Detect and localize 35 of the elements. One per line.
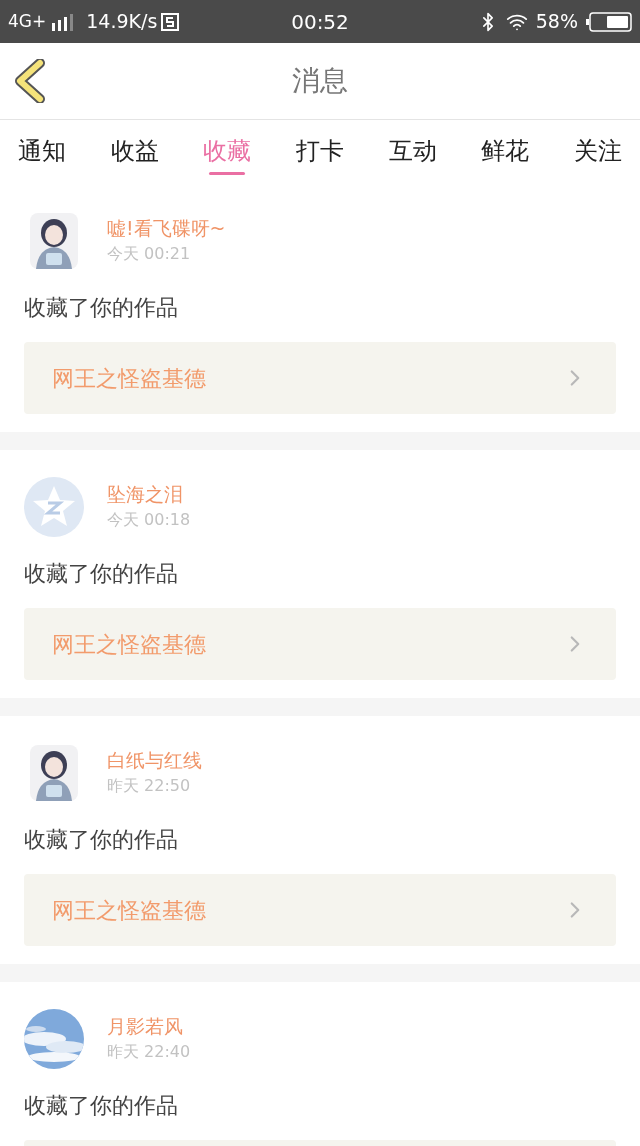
battery-percent: 58% — [535, 9, 578, 35]
network-label: 4G+ — [8, 9, 47, 33]
message-time: 昨天 22:40 — [107, 1041, 191, 1063]
message-time: 今天 00:18 — [107, 509, 191, 531]
user-name[interactable]: 白纸与红线 — [107, 747, 202, 773]
tab[interactable]: 打卡 — [295, 120, 344, 184]
tab[interactable]: 鲜花 — [481, 120, 530, 184]
user-name[interactable]: 月影若风 — [107, 1013, 191, 1039]
message-text: 收藏了你的作品 — [24, 1092, 179, 1120]
battery-icon — [586, 11, 632, 32]
page-title: 消息 — [292, 63, 348, 99]
user-name[interactable]: 坠海之泪 — [107, 481, 191, 507]
s-box-icon — [161, 12, 180, 31]
work-title: 网王之怪盗基德 — [52, 896, 206, 925]
work-link[interactable]: 网王之怪盗基德 — [24, 608, 616, 680]
back-button[interactable] — [12, 57, 48, 105]
tab[interactable]: 通知 — [18, 120, 66, 184]
signal-icon — [50, 12, 75, 31]
network-speed: 14.9K/s — [86, 9, 158, 35]
message-time: 今天 00:21 — [107, 243, 192, 265]
work-title: 网王之怪盗基德 — [52, 364, 206, 393]
default-avatar-icon — [24, 477, 84, 537]
message-time: 昨天 22:50 — [107, 775, 192, 797]
tab[interactable]: 互动 — [388, 120, 437, 184]
clock: 00:52 — [291, 8, 349, 36]
work-link[interactable]: 网王之怪盗基德 — [24, 342, 616, 414]
message-text: 收藏了你的作品 — [24, 294, 179, 322]
work-link[interactable]: 网王之怪盗基德 — [24, 874, 616, 946]
work-title: 网王之怪盗基德 — [52, 630, 206, 659]
tab[interactable]: 关注 — [573, 120, 622, 184]
message-text: 收藏了你的作品 — [24, 826, 179, 854]
message-text: 收藏了你的作品 — [24, 560, 179, 588]
tab[interactable]: 收益 — [110, 120, 159, 184]
tab[interactable]: 收藏 — [203, 120, 252, 184]
user-name[interactable]: 嘘!看飞碟呀~ — [107, 215, 226, 241]
